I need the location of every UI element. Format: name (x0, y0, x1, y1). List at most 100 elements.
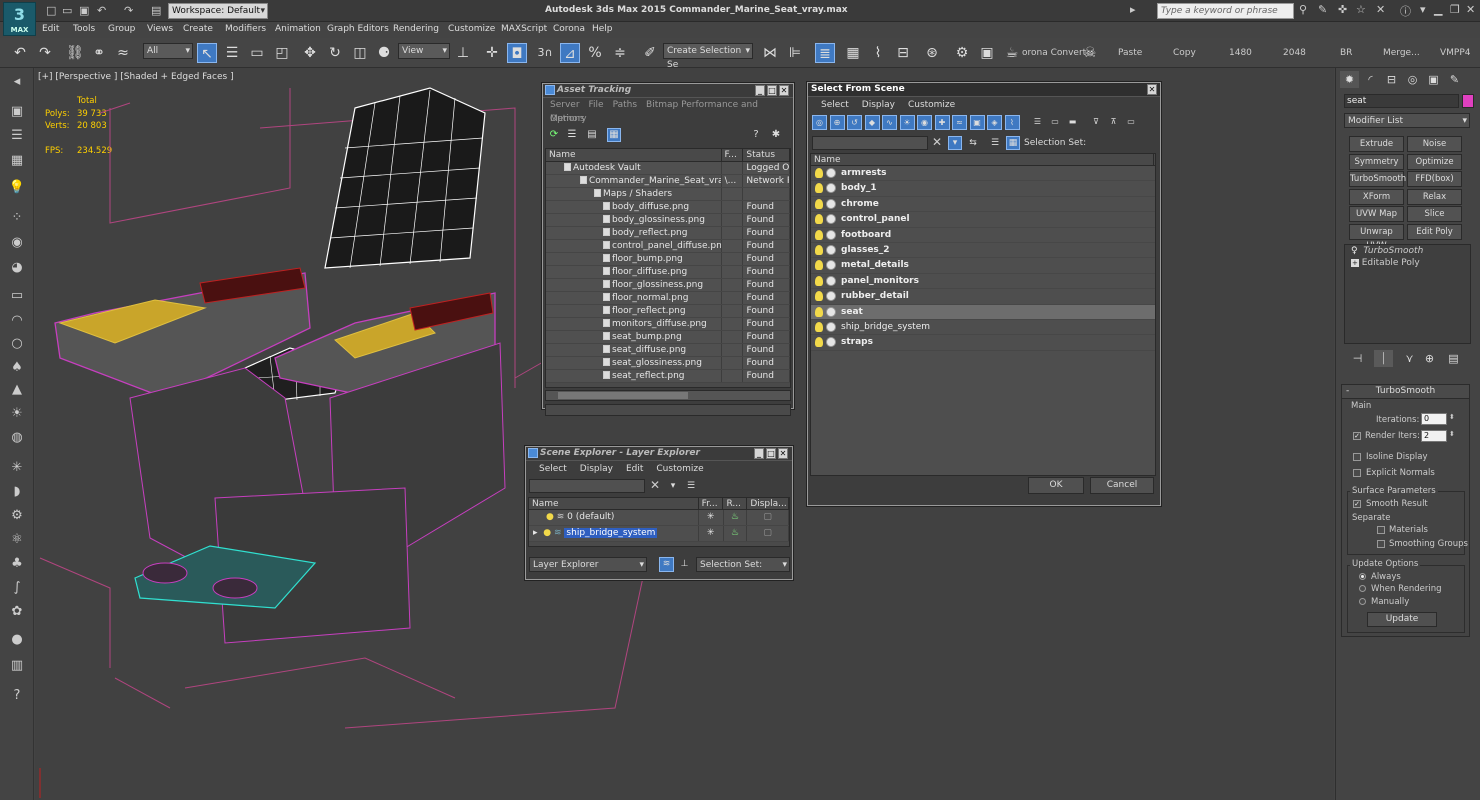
display-box-icon[interactable]: ▢ (747, 526, 789, 541)
column-name[interactable]: Name (546, 149, 722, 161)
search-binoculars-icon[interactable]: ⚲ (1299, 3, 1307, 16)
menu-display[interactable]: Display (580, 464, 613, 474)
scene-object-row[interactable]: footboard (811, 228, 1155, 243)
favorites-icon[interactable]: ✜ (1338, 3, 1347, 16)
grid-icon[interactable]: ▦ (7, 151, 27, 171)
menu-group[interactable]: Group (108, 24, 135, 34)
light-bulb-icon[interactable] (815, 337, 823, 348)
new-scene-icon[interactable]: □ (46, 3, 56, 19)
asset-path-field[interactable] (545, 404, 791, 416)
turbosmooth-modifier-button[interactable]: TurboSmooth (1349, 171, 1406, 187)
hierarchy-icon[interactable]: ▦ (1006, 136, 1020, 150)
xrefs-filter-icon[interactable]: ◈ (987, 115, 1002, 130)
collapse-icon[interactable]: ▭ (1124, 115, 1139, 130)
render-production-icon[interactable]: ☕ (1002, 43, 1022, 63)
named-selection-sets-dropdown[interactable]: Create Selection Se ▾ (663, 43, 753, 70)
menu-animation[interactable]: Animation (275, 24, 321, 34)
select-object-icon[interactable]: ↖ (197, 43, 217, 63)
menu-select[interactable]: Select (821, 100, 849, 110)
scene-object-row[interactable]: straps (811, 335, 1155, 351)
light-bulb-icon[interactable] (815, 214, 823, 225)
ffd-box-modifier-button[interactable]: FFD(box) (1407, 171, 1462, 187)
column-name[interactable]: Name (811, 154, 1154, 165)
display-box-icon[interactable]: ▢ (747, 510, 789, 525)
cancel-button[interactable]: Cancel (1090, 477, 1154, 494)
menu-customize[interactable]: Customize (448, 24, 495, 34)
menu-server[interactable]: Server (550, 100, 580, 110)
menu-create[interactable]: Create (183, 24, 213, 34)
scene-object-row[interactable]: body_1 (811, 181, 1155, 197)
hierarchy-tab-icon[interactable]: ⊟ (1382, 71, 1401, 88)
menu-file[interactable]: File (589, 100, 604, 110)
br-button[interactable]: BR (1340, 48, 1352, 58)
when-rendering-radio[interactable] (1359, 585, 1366, 592)
asset-row[interactable]: floor_reflect.png Found (546, 305, 790, 318)
resolution-1480-button[interactable]: 1480 (1229, 48, 1252, 58)
asset-row[interactable]: body_reflect.png Found (546, 227, 790, 240)
cameras-filter-icon[interactable]: ◉ (917, 115, 932, 130)
light-bulb-icon[interactable] (815, 306, 823, 317)
thumbnail-view-icon[interactable]: ▤ (585, 128, 599, 142)
light-bulb-icon[interactable] (815, 321, 823, 332)
resolution-2048-button[interactable]: 2048 (1283, 48, 1306, 58)
menu-paths[interactable]: Paths (613, 100, 637, 110)
restore-window-icon[interactable]: ❐ (1450, 3, 1460, 16)
list-view-icon[interactable]: ☰ (565, 128, 579, 142)
light-bulb-icon[interactable]: 💡 (7, 178, 27, 198)
box-icon[interactable]: ▭ (7, 286, 27, 306)
window-crossing-icon[interactable]: ◰ (272, 43, 292, 63)
close-icon[interactable]: ✕ (779, 85, 789, 96)
scale-icon[interactable]: ◫ (350, 43, 370, 63)
pivot-point-icon[interactable]: ⊥ (453, 43, 473, 63)
uvw-map-modifier-button[interactable]: UVW Map (1349, 206, 1404, 222)
isoline-display-checkbox[interactable] (1353, 453, 1361, 461)
freeze-icon[interactable]: ✳ (699, 510, 724, 525)
asset-row[interactable]: Commander_Marine_Seat_vray....\...Networ… (546, 175, 790, 188)
snaps-toggle-icon[interactable]: 3∩ (535, 43, 555, 63)
viewport-icon[interactable]: ▣ (7, 102, 27, 122)
material-editor-icon[interactable]: ⊛ (922, 43, 942, 63)
scrollbar-thumb[interactable] (558, 392, 688, 399)
menu-display[interactable]: Display (862, 100, 895, 110)
sync-selection-icon[interactable]: ⇆ (966, 136, 980, 150)
hair-icon[interactable]: ∫ (7, 578, 27, 598)
light-bulb-icon[interactable] (815, 183, 823, 194)
create-tab-icon[interactable]: ✹ (1340, 71, 1359, 88)
menu-edit[interactable]: Edit (626, 464, 643, 474)
menu-customize[interactable]: Customize (656, 464, 703, 474)
find-input[interactable] (529, 479, 645, 493)
asset-row[interactable]: floor_normal.png Found (546, 292, 790, 305)
clear-search-icon[interactable]: ✕ (650, 478, 660, 492)
modify-tab-icon[interactable]: ◜ (1361, 71, 1380, 88)
snow-icon[interactable]: ✳ (7, 458, 27, 478)
rectangular-selection-icon[interactable]: ▭ (247, 43, 267, 63)
rollout-title[interactable]: - TurboSmooth (1342, 385, 1469, 399)
clear-search-icon[interactable]: ✕ (932, 135, 942, 149)
shapes-filter-icon[interactable]: ∿ (882, 115, 897, 130)
arrow-left-icon[interactable]: ◂ (7, 72, 27, 92)
render-iters-checkbox[interactable]: ✓ (1353, 432, 1361, 440)
minimize-icon[interactable]: _ (755, 85, 765, 96)
column-renderable[interactable]: R... (723, 498, 748, 509)
symmetry-modifier-button[interactable]: Symmetry (1349, 153, 1404, 170)
help-circle-icon[interactable]: ? (7, 686, 27, 706)
menu-options[interactable]: Options (550, 114, 585, 124)
filter-icon[interactable]: ▾ (666, 479, 680, 493)
keyword-search-input[interactable]: Type a keyword or phrase (1157, 3, 1294, 19)
keyboard-shortcut-override-icon[interactable]: ◘ (507, 43, 527, 63)
workspace-dropdown[interactable]: Workspace: Default ▾ (168, 3, 268, 19)
cone-icon[interactable]: ▲ (7, 380, 27, 400)
asset-row[interactable]: floor_bump.png Found (546, 253, 790, 266)
edit-named-selection-icon[interactable]: ✐ (640, 43, 660, 63)
refresh-icon[interactable]: ⟳ (547, 128, 561, 142)
redo-icon[interactable]: ↷ (124, 3, 133, 19)
gear-icon[interactable]: ⚛ (7, 530, 27, 550)
utilities-tab-icon[interactable]: ✎ (1445, 71, 1464, 88)
light-bulb-icon[interactable]: ♀ (1351, 246, 1358, 256)
tree-icon[interactable]: ♣ (7, 554, 27, 574)
smoothing-groups-checkbox[interactable] (1377, 540, 1385, 548)
scene-object-row[interactable]: ship_bridge_system (811, 320, 1155, 336)
smooth-result-checkbox[interactable]: ✓ (1353, 500, 1361, 508)
undo-icon[interactable]: ↶ (10, 43, 30, 63)
modifier-list-dropdown[interactable]: Modifier List ▾ (1344, 113, 1470, 128)
